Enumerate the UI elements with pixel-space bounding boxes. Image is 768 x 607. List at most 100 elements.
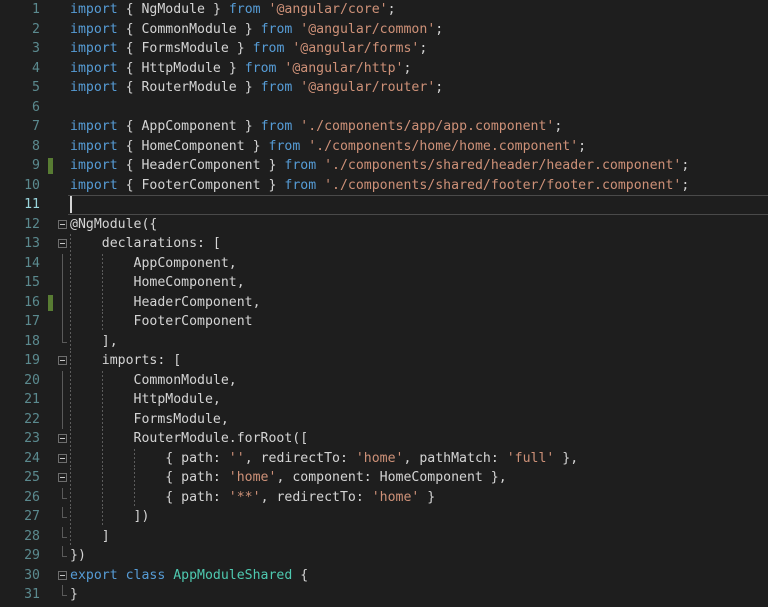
code-line[interactable]: 6 bbox=[0, 98, 768, 118]
code-token-pln: HeaderComponent, bbox=[70, 294, 261, 310]
code-line[interactable]: 9 import { HeaderComponent } from './comp… bbox=[0, 156, 768, 176]
code-token-pln: { bbox=[292, 567, 309, 583]
code-text[interactable]: HeaderComponent, bbox=[70, 293, 261, 313]
code-line[interactable]: 8 import { HomeComponent } from './compon… bbox=[0, 137, 768, 157]
code-line[interactable]: 14 AppComponent, bbox=[0, 253, 768, 274]
code-token-pln: { path: bbox=[70, 489, 229, 505]
line-number: 8 bbox=[32, 138, 40, 154]
line-number: 30 bbox=[24, 567, 40, 583]
code-text[interactable]: export class AppModuleShared { bbox=[70, 566, 308, 586]
fold-collapse-icon[interactable] bbox=[58, 473, 67, 482]
code-token-pln: } bbox=[220, 60, 245, 76]
code-text[interactable]: import { HomeComponent } from './compone… bbox=[70, 137, 586, 157]
code-editor[interactable]: 1 import { NgModule } from '@angular/core… bbox=[0, 0, 768, 607]
code-text[interactable]: CommonModule, bbox=[70, 371, 237, 391]
code-token-pln: FooterComponent bbox=[141, 177, 261, 193]
code-token-pln: ] bbox=[70, 528, 110, 544]
code-line[interactable]: 28 ] bbox=[0, 526, 768, 547]
code-text[interactable]: AppComponent, bbox=[70, 254, 237, 274]
line-number: 28 bbox=[24, 528, 40, 544]
code-text[interactable]: } bbox=[70, 585, 78, 605]
code-line[interactable]: 16 HeaderComponent, bbox=[0, 292, 768, 313]
code-token-pln: } bbox=[228, 41, 253, 56]
code-text[interactable]: ], bbox=[70, 332, 118, 352]
code-line[interactable]: 2 import { CommonModule } from '@angular/… bbox=[0, 20, 768, 40]
code-line[interactable]: 13 declarations: [ bbox=[0, 234, 768, 254]
line-number: 10 bbox=[24, 177, 40, 193]
code-text[interactable]: }) bbox=[70, 546, 86, 566]
fold-collapse-icon[interactable] bbox=[58, 219, 67, 229]
line-number: 24 bbox=[24, 450, 40, 466]
code-line[interactable]: 1 import { NgModule } from '@angular/core… bbox=[0, 0, 768, 20]
code-text[interactable]: ] bbox=[70, 527, 110, 547]
code-text[interactable]: import { FormsModule } from '@angular/fo… bbox=[70, 39, 427, 59]
code-text[interactable]: { path: 'home', component: HomeComponent… bbox=[70, 468, 506, 488]
fold-collapse-icon[interactable] bbox=[58, 570, 67, 580]
code-token-str: 'home' bbox=[228, 470, 277, 485]
code-line[interactable]: 10 import { FooterComponent } from './com… bbox=[0, 176, 768, 196]
code-text[interactable]: { path: '', redirectTo: 'home', pathMatc… bbox=[70, 449, 578, 469]
fold-collapse-icon[interactable] bbox=[58, 434, 67, 443]
code-text[interactable]: @NgModule({ bbox=[70, 215, 157, 235]
code-line[interactable]: 31} bbox=[0, 585, 768, 605]
fold-collapse-icon[interactable] bbox=[58, 239, 67, 248]
code-token-str: '@angular/router' bbox=[300, 80, 436, 95]
line-number: 29 bbox=[24, 548, 40, 563]
code-text[interactable]: import { HeaderComponent } from './compo… bbox=[70, 156, 689, 176]
code-line[interactable]: 11 bbox=[0, 195, 768, 215]
code-text[interactable]: HttpModule, bbox=[70, 390, 221, 410]
code-text[interactable]: imports: [ bbox=[70, 351, 181, 371]
code-text[interactable]: import { AppComponent } from './componen… bbox=[70, 117, 562, 137]
code-line[interactable]: 21 HttpModule, bbox=[0, 390, 768, 410]
code-line[interactable]: 25 { path: 'home', component: HomeCompon… bbox=[0, 468, 768, 488]
code-text[interactable]: import { FooterComponent } from './compo… bbox=[70, 176, 689, 196]
code-text[interactable]: FormsModule, bbox=[70, 410, 229, 430]
code-token-pln: RouterModule.forRoot([ bbox=[70, 431, 309, 446]
code-line[interactable]: 17 FooterComponent bbox=[0, 312, 768, 332]
line-number: 4 bbox=[32, 60, 40, 76]
code-text[interactable]: { path: '**', redirectTo: 'home' } bbox=[70, 488, 435, 508]
code-text[interactable]: import { CommonModule } from '@angular/c… bbox=[70, 20, 443, 40]
code-token-pln: ; bbox=[387, 2, 396, 17]
fold-region-guide bbox=[62, 390, 63, 410]
fold-region-guide bbox=[62, 312, 63, 332]
code-line[interactable]: 24 { path: '', redirectTo: 'home', pathM… bbox=[0, 448, 768, 469]
code-line[interactable]: 18 ], bbox=[0, 331, 768, 352]
code-text[interactable]: RouterModule.forRoot([ bbox=[70, 429, 309, 449]
code-token-pln: imports: [ bbox=[70, 353, 182, 368]
line-number: 9 bbox=[32, 158, 40, 173]
fold-collapse-icon[interactable] bbox=[58, 356, 67, 365]
code-line[interactable]: 19 imports: [ bbox=[0, 351, 768, 371]
code-line[interactable]: 27 ]) bbox=[0, 507, 768, 527]
code-text[interactable]: import { NgModule } from '@angular/core'… bbox=[70, 0, 396, 20]
code-line[interactable]: 22 FormsModule, bbox=[0, 409, 768, 430]
code-token-str: '@angular/common' bbox=[300, 21, 436, 37]
code-text[interactable]: declarations: [ bbox=[70, 234, 221, 254]
code-token-kw: from bbox=[268, 138, 309, 154]
code-token-pln: } bbox=[236, 119, 261, 134]
line-number: 26 bbox=[24, 489, 40, 505]
code-token-pln: ; bbox=[403, 60, 412, 76]
line-number: 22 bbox=[24, 411, 40, 427]
code-line[interactable]: 29}) bbox=[0, 546, 768, 566]
code-text[interactable]: HomeComponent, bbox=[70, 273, 245, 293]
code-token-pln: declarations: [ bbox=[70, 236, 221, 251]
code-token-pln: HttpModule bbox=[141, 60, 221, 76]
code-line[interactable]: 12 @NgModule({ bbox=[0, 215, 768, 235]
code-line[interactable]: 30 export class AppModuleShared { bbox=[0, 566, 768, 586]
fold-region-guide bbox=[62, 370, 63, 390]
code-text[interactable]: import { RouterModule } from '@angular/r… bbox=[70, 78, 443, 98]
code-line[interactable]: 20 CommonModule, bbox=[0, 370, 768, 391]
code-line[interactable]: 26 { path: '**', redirectTo: 'home' } bbox=[0, 487, 768, 508]
code-text[interactable]: ]) bbox=[70, 507, 150, 527]
code-line[interactable]: 7 import { AppComponent } from './compone… bbox=[0, 117, 768, 137]
code-text[interactable]: import { HttpModule } from '@angular/htt… bbox=[70, 59, 411, 79]
code-text[interactable]: FooterComponent bbox=[70, 312, 253, 332]
code-line[interactable]: 5 import { RouterModule } from '@angular/… bbox=[0, 78, 768, 98]
code-line[interactable]: 4 import { HttpModule } from '@angular/ht… bbox=[0, 59, 768, 79]
code-line[interactable]: 23 RouterModule.forRoot([ bbox=[0, 429, 768, 449]
code-line[interactable]: 3 import { FormsModule } from '@angular/f… bbox=[0, 39, 768, 59]
code-token-kw: from bbox=[260, 119, 301, 134]
fold-collapse-icon[interactable] bbox=[58, 453, 67, 463]
code-line[interactable]: 15 HomeComponent, bbox=[0, 273, 768, 293]
